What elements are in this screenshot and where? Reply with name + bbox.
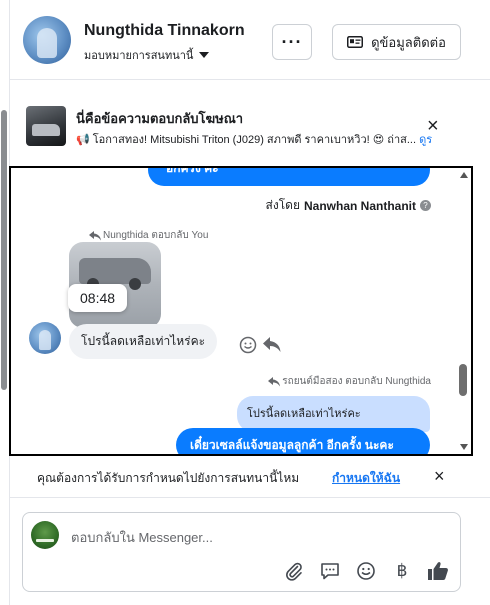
reply-indicator: รถยนต์มือสอง ตอบกลับ Nungthida bbox=[268, 374, 431, 389]
reply-arrow-icon bbox=[268, 376, 281, 386]
message-thread[interactable]: อีกครั้ง ค่ะ ส่งโดย Nanwhan Nanthanit ? … bbox=[9, 166, 473, 456]
attachment-icon[interactable] bbox=[282, 559, 306, 583]
outgoing-message-bubble[interactable]: เดี๋ยวเซลล์แจ้งขอมูลลูกค้า อีกครั้ง นะคะ bbox=[176, 428, 430, 454]
contact-card-icon bbox=[347, 36, 364, 48]
close-icon[interactable]: × bbox=[427, 116, 439, 136]
ad-reply-subtitle: 📢 โอกาสทอง! Mitsubishi Triton (J029) สภา… bbox=[76, 130, 456, 148]
assign-question: คุณต้องการได้รับการกำหนดไปยังการสนทนานี้… bbox=[37, 471, 300, 485]
ad-subtitle-text: 📢 โอกาสทอง! Mitsubishi Triton (J029) สภา… bbox=[76, 134, 417, 146]
composer-toolbar: ฿ bbox=[282, 559, 450, 583]
reply-indicator-text: Nungthida ตอบกลับ You bbox=[103, 230, 209, 241]
page-avatar bbox=[31, 521, 59, 549]
outgoing-message-bubble[interactable]: อีกครั้ง ค่ะ bbox=[148, 168, 430, 186]
like-icon[interactable] bbox=[426, 559, 450, 583]
chevron-down-icon bbox=[199, 52, 210, 58]
reply-indicator: Nungthida ตอบกลับ You bbox=[89, 228, 208, 243]
ad-reply-title: นี่คือข้อความตอบกลับโฆษณา bbox=[76, 111, 244, 126]
reply-icon[interactable] bbox=[263, 337, 281, 353]
emoji-icon[interactable] bbox=[354, 559, 378, 583]
conversation-header: Nungthida Tinnakorn มอบหมายการสนทนานี้ ·… bbox=[10, 0, 490, 80]
reply-arrow-icon bbox=[89, 230, 101, 240]
sent-by-label: ส่งโดย Nanwhan Nanthanit ? bbox=[266, 196, 431, 215]
ad-reply-banner: นี่คือข้อความตอบกลับโฆษณา 📢 โอกาสทอง! Mi… bbox=[10, 96, 490, 156]
sender-avatar[interactable] bbox=[29, 322, 61, 354]
sent-by-name: Nanwhan Nanthanit bbox=[303, 198, 416, 213]
timestamp-tooltip: 08:48 bbox=[68, 284, 128, 312]
reply-composer[interactable]: ตอบกลับใน Messenger... ฿ bbox=[22, 512, 461, 592]
message-actions bbox=[239, 336, 281, 354]
scroll-thumb[interactable] bbox=[459, 364, 467, 396]
scroll-down-icon[interactable] bbox=[460, 444, 468, 450]
more-options-button[interactable]: ··· bbox=[272, 24, 312, 60]
payment-icon[interactable]: ฿ bbox=[390, 559, 414, 583]
scroll-up-icon[interactable] bbox=[460, 172, 468, 178]
assign-label: มอบหมายการสนทนานี้ bbox=[84, 50, 194, 62]
assign-to-me-link[interactable]: กำหนดให้ฉัน bbox=[332, 469, 400, 488]
message-input[interactable]: ตอบกลับใน Messenger... bbox=[71, 527, 213, 548]
left-scrollbar[interactable] bbox=[1, 110, 7, 390]
view-contact-button[interactable]: ดูข้อมูลติดต่อ bbox=[332, 24, 461, 60]
reply-indicator-text: รถยนต์มือสอง ตอบกลับ Nungthida bbox=[282, 376, 431, 387]
sent-by-prefix: ส่งโดย bbox=[265, 198, 300, 212]
assign-suggestion-bar: คุณต้องการได้รับการกำหนดไปยังการสนทนานี้… bbox=[10, 458, 490, 498]
incoming-message-bubble[interactable]: โปรนี้ลดเหลือเท่าไหร่คะ bbox=[69, 324, 218, 359]
ad-thumbnail[interactable] bbox=[26, 106, 66, 146]
close-icon[interactable]: × bbox=[434, 466, 445, 487]
chat-scrollbar[interactable] bbox=[458, 168, 470, 454]
view-contact-label: ดูข้อมูลติดต่อ bbox=[371, 34, 446, 50]
contact-avatar[interactable] bbox=[23, 16, 71, 64]
assign-dropdown[interactable]: มอบหมายการสนทนานี้ bbox=[84, 46, 210, 64]
info-icon[interactable]: ? bbox=[420, 200, 431, 211]
car-image bbox=[79, 258, 151, 290]
more-icon: ··· bbox=[281, 31, 303, 52]
contact-name[interactable]: Nungthida Tinnakorn bbox=[84, 22, 245, 40]
quoted-message[interactable]: โปรนี้ลดเหลือเท่าไหร่คะ bbox=[237, 396, 430, 432]
saved-replies-icon[interactable] bbox=[318, 559, 342, 583]
react-emoji-icon[interactable] bbox=[239, 336, 257, 354]
